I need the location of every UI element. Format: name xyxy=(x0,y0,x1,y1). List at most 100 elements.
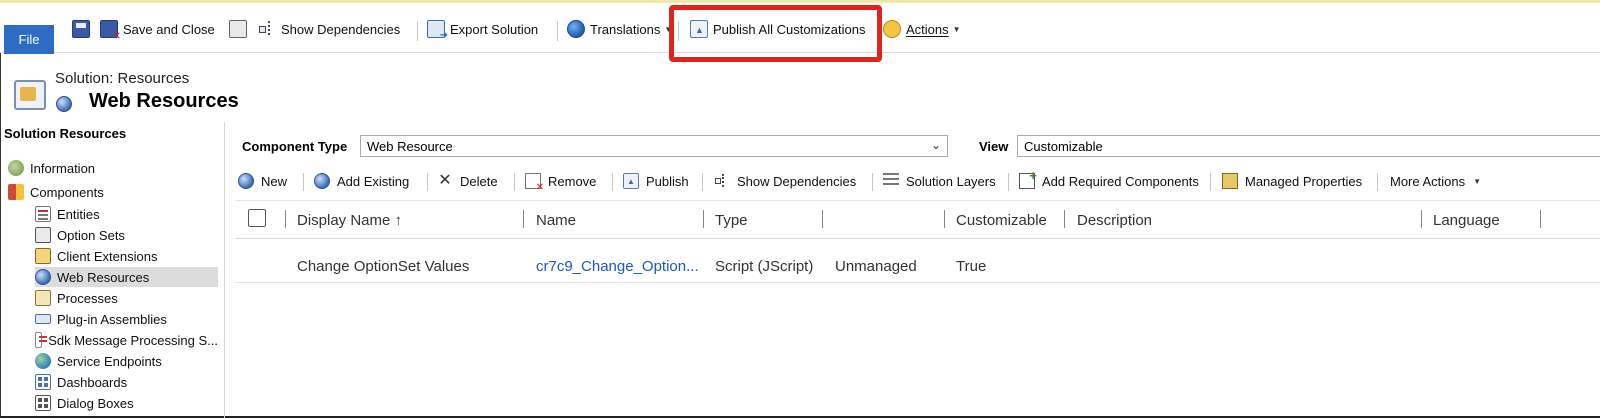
nav-item-label: Plug-in Assemblies xyxy=(57,311,167,327)
page-title: Web Resources xyxy=(89,90,239,112)
toolbar-separator xyxy=(427,173,428,191)
ribbon-separator xyxy=(417,21,418,41)
caret-down-icon: ▼ xyxy=(952,24,961,34)
column-customizable[interactable]: Customizable xyxy=(956,212,1047,229)
more-actions-button[interactable]: More Actions ▼ xyxy=(1390,170,1481,192)
remove-icon xyxy=(525,173,544,193)
processes-icon xyxy=(35,290,51,306)
export-icon xyxy=(427,20,448,41)
solution-icon xyxy=(14,80,46,110)
nav-item-label: Processes xyxy=(57,290,118,306)
nav-item-dialog-boxes[interactable]: Dialog Boxes xyxy=(35,393,218,413)
publish-button[interactable]: Publish xyxy=(623,170,689,192)
nav-item-label: Dashboards xyxy=(57,374,128,390)
plugin-icon xyxy=(35,314,51,324)
web-resources-icon xyxy=(35,269,51,285)
nav-item-dashboards[interactable]: Dashboards xyxy=(35,372,218,392)
translations-button[interactable]: Translations ▼ xyxy=(567,17,672,41)
remove-label: Remove xyxy=(548,173,597,189)
add-existing-icon xyxy=(314,173,330,189)
remove-button[interactable]: Remove xyxy=(525,170,597,193)
solution-label: Solution: Resources xyxy=(55,70,190,87)
toolbar-separator xyxy=(872,173,873,191)
nav-item-label: Components xyxy=(30,184,104,200)
nav-item-processes[interactable]: Processes xyxy=(35,288,218,308)
dashboards-icon xyxy=(35,374,51,390)
nav-item-label: Option Sets xyxy=(57,227,125,243)
nav-item-label: Client Extensions xyxy=(57,248,158,264)
file-button[interactable]: File xyxy=(4,25,54,54)
toolbar-separator xyxy=(514,173,515,191)
new-button[interactable]: New xyxy=(238,170,287,192)
more-actions-label: More Actions xyxy=(1390,173,1466,189)
select-all-checkbox[interactable] xyxy=(248,209,266,227)
column-separator xyxy=(703,210,704,228)
column-language[interactable]: Language xyxy=(1433,212,1500,229)
component-type-select[interactable]: Web Resource ⌄ xyxy=(360,135,948,157)
nav-heading: Solution Resources xyxy=(4,126,127,141)
new-label: New xyxy=(261,173,288,189)
globe-icon xyxy=(567,20,585,38)
nav-item-client-extensions[interactable]: Client Extensions xyxy=(35,246,218,266)
actions-icon xyxy=(883,20,901,38)
nav-item-label: Information xyxy=(30,160,96,176)
web-resource-icon xyxy=(56,96,72,112)
nav-item-entities[interactable]: Entities xyxy=(35,204,218,224)
information-icon xyxy=(8,160,24,176)
add-required-label: Add Required Components xyxy=(1042,173,1199,189)
save-and-close-button[interactable]: Save and Close xyxy=(100,17,215,42)
column-description[interactable]: Description xyxy=(1077,212,1152,229)
nav-item-label: Dialog Boxes xyxy=(57,395,134,411)
solution-layers-button[interactable]: Solution Layers xyxy=(883,170,996,192)
nav-item-sdk-message-processing[interactable]: Sdk Message Processing S... xyxy=(35,330,218,350)
column-separator xyxy=(822,210,823,228)
view-label: View xyxy=(979,139,1009,154)
save-close-icon xyxy=(100,20,121,42)
export-solution-button[interactable]: Export Solution xyxy=(427,17,538,41)
column-separator xyxy=(1064,210,1065,228)
solution-layers-label: Solution Layers xyxy=(906,173,996,189)
nav-item-components[interactable]: Components xyxy=(8,182,218,202)
dependencies-icon xyxy=(714,173,730,189)
nav-item-web-resources[interactable]: Web Resources xyxy=(35,267,218,287)
actions-label: Actions xyxy=(906,21,949,37)
column-type[interactable]: Type xyxy=(715,212,748,229)
show-dependencies-button[interactable]: Show Dependencies xyxy=(258,17,400,41)
add-required-components-button[interactable]: Add Required Components xyxy=(1019,168,1199,192)
cell-state: Unmanaged xyxy=(835,258,917,275)
export-solution-label: Export Solution xyxy=(450,21,539,37)
print-button[interactable] xyxy=(229,17,252,41)
nav-item-option-sets[interactable]: Option Sets xyxy=(35,225,218,245)
dialog-boxes-icon xyxy=(35,395,51,411)
cell-name-link[interactable]: cr7c9_Change_Option... xyxy=(536,258,699,275)
nav-item-service-endpoints[interactable]: Service Endpoints xyxy=(35,351,218,371)
column-display-name[interactable]: Display Name ↑ xyxy=(297,212,402,229)
managed-properties-label: Managed Properties xyxy=(1245,173,1363,189)
column-separator xyxy=(944,210,945,228)
column-name[interactable]: Name xyxy=(536,212,576,229)
toolbar-separator xyxy=(1008,173,1009,191)
delete-button[interactable]: ✕ Delete xyxy=(437,170,497,192)
caret-down-icon: ▼ xyxy=(1473,176,1482,186)
view-value: Customizable xyxy=(1024,138,1103,154)
option-sets-icon xyxy=(35,227,51,243)
show-dependencies-label: Show Dependencies xyxy=(737,173,857,189)
cell-type: Script (JScript) xyxy=(715,258,814,275)
toolbar-separator xyxy=(612,173,613,191)
delete-icon: ✕ xyxy=(438,172,452,189)
show-dependencies-label: Show Dependencies xyxy=(281,21,401,37)
managed-properties-icon xyxy=(1222,173,1238,189)
actions-button[interactable]: Actions ▼ xyxy=(883,17,961,41)
add-existing-button[interactable]: Add Existing xyxy=(314,170,409,192)
translations-label: Translations xyxy=(590,21,661,37)
column-separator xyxy=(285,210,286,228)
new-icon xyxy=(238,173,254,189)
cell-display-name: Change OptionSet Values xyxy=(297,258,470,275)
save-button[interactable] xyxy=(72,17,95,41)
toolbar-separator xyxy=(1210,173,1211,191)
nav-item-plugin-assemblies[interactable]: Plug-in Assemblies xyxy=(35,309,218,329)
nav-item-information[interactable]: Information xyxy=(8,158,218,178)
view-select[interactable]: Customizable xyxy=(1017,135,1600,157)
managed-properties-button[interactable]: Managed Properties xyxy=(1222,170,1362,192)
toolbar-show-dependencies-button[interactable]: Show Dependencies xyxy=(714,170,856,192)
